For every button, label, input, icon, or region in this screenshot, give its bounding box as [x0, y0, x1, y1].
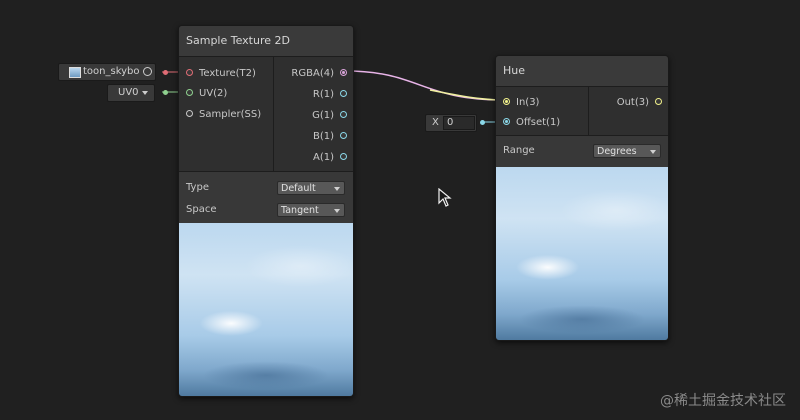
axis-label: X — [432, 117, 439, 128]
range-dropdown[interactable]: Degrees — [593, 144, 661, 158]
sample-texture-2d-node[interactable]: Sample Texture 2D Texture(T2) UV(2) Samp… — [178, 25, 354, 397]
port-label: A(1) — [312, 152, 334, 163]
port-connector-icon[interactable] — [340, 111, 347, 118]
texture-asset-field[interactable]: toon_skybo — [58, 63, 156, 81]
port-connector-icon[interactable] — [655, 98, 662, 105]
port-connector-icon[interactable] — [186, 69, 193, 76]
node-ports: Texture(T2) UV(2) Sampler(SS) RGBA(4) R(… — [179, 57, 353, 172]
prop-label: Range — [503, 145, 535, 156]
port-connector-icon[interactable] — [340, 69, 347, 76]
mouse-cursor-icon — [438, 188, 452, 207]
wire-rgba-to-in-tail — [429, 89, 506, 101]
port-connector-icon[interactable] — [186, 110, 193, 117]
object-picker-icon[interactable] — [143, 67, 152, 76]
prop-space: Space Tangent — [186, 201, 346, 219]
port-label: Sampler(SS) — [199, 109, 262, 120]
port-offset-in[interactable]: Offset(1) — [503, 115, 588, 131]
texture-preview — [179, 223, 353, 396]
space-dropdown[interactable]: Tangent — [277, 203, 345, 217]
port-label: UV(2) — [199, 88, 228, 99]
port-r-out[interactable]: R(1) — [277, 87, 347, 103]
port-label: RGBA(4) — [291, 68, 334, 79]
prop-range: Range Degrees — [503, 142, 661, 160]
port-label: R(1) — [312, 89, 334, 100]
prop-type: Type Default — [186, 179, 346, 197]
offset-field-port[interactable] — [480, 120, 485, 125]
dropdown-value: Tangent — [281, 205, 319, 216]
texture-icon — [69, 67, 81, 78]
chevron-down-icon — [142, 91, 148, 95]
dropdown-value: Degrees — [597, 146, 637, 157]
hue-preview — [496, 167, 668, 340]
port-connector-icon[interactable] — [503, 118, 510, 125]
offset-value: 0 — [447, 117, 454, 128]
port-uv-in[interactable]: UV(2) — [186, 86, 276, 102]
hue-node[interactable]: Hue In(3) Offset(1) Out(3) Range Degrees — [495, 55, 669, 341]
chevron-down-icon — [334, 187, 340, 191]
port-label: In(3) — [516, 97, 540, 108]
node-title[interactable]: Sample Texture 2D — [179, 26, 353, 57]
port-label: G(1) — [312, 110, 334, 121]
port-connector-icon[interactable] — [186, 89, 193, 96]
port-label: Texture(T2) — [199, 68, 256, 79]
graph-canvas[interactable]: toon_skybo UV0 Sample Texture 2D Texture… — [0, 0, 800, 420]
uv-channel-value: UV0 — [118, 87, 139, 98]
port-g-out[interactable]: G(1) — [277, 108, 347, 124]
node-properties: Range Degrees — [496, 136, 668, 166]
watermark: @稀土掘金技术社区 — [660, 393, 786, 409]
port-texture-in[interactable]: Texture(T2) — [186, 66, 276, 82]
port-connector-icon[interactable] — [340, 153, 347, 160]
prop-label: Space — [186, 204, 217, 215]
port-connector-icon[interactable] — [503, 98, 510, 105]
offset-vector1-field[interactable]: X 0 — [425, 114, 477, 132]
dropdown-value: Default — [281, 183, 316, 194]
port-connector-icon[interactable] — [340, 132, 347, 139]
port-a-out[interactable]: A(1) — [277, 150, 347, 166]
type-dropdown[interactable]: Default — [277, 181, 345, 195]
port-label: B(1) — [312, 131, 334, 142]
port-b-out[interactable]: B(1) — [277, 129, 347, 145]
port-rgba-out[interactable]: RGBA(4) — [277, 66, 347, 82]
port-label: Out(3) — [616, 97, 649, 108]
port-in-in[interactable]: In(3) — [503, 95, 588, 111]
port-sampler-in[interactable]: Sampler(SS) — [186, 107, 276, 123]
port-label: Offset(1) — [516, 117, 561, 128]
node-ports: In(3) Offset(1) Out(3) — [496, 87, 668, 136]
chevron-down-icon — [650, 150, 656, 154]
chevron-down-icon — [334, 209, 340, 213]
port-connector-icon[interactable] — [340, 90, 347, 97]
uv-field-port[interactable] — [163, 90, 168, 95]
wire-rgba-to-in — [344, 70, 506, 101]
prop-label: Type — [186, 182, 209, 193]
port-out-out[interactable]: Out(3) — [602, 95, 662, 111]
node-title[interactable]: Hue — [496, 56, 668, 87]
texture-field-port[interactable] — [163, 70, 168, 75]
node-properties: Type Default Space Tangent — [179, 172, 353, 224]
texture-asset-name: toon_skybo — [83, 66, 140, 77]
uv-channel-dropdown[interactable]: UV0 — [107, 84, 155, 102]
